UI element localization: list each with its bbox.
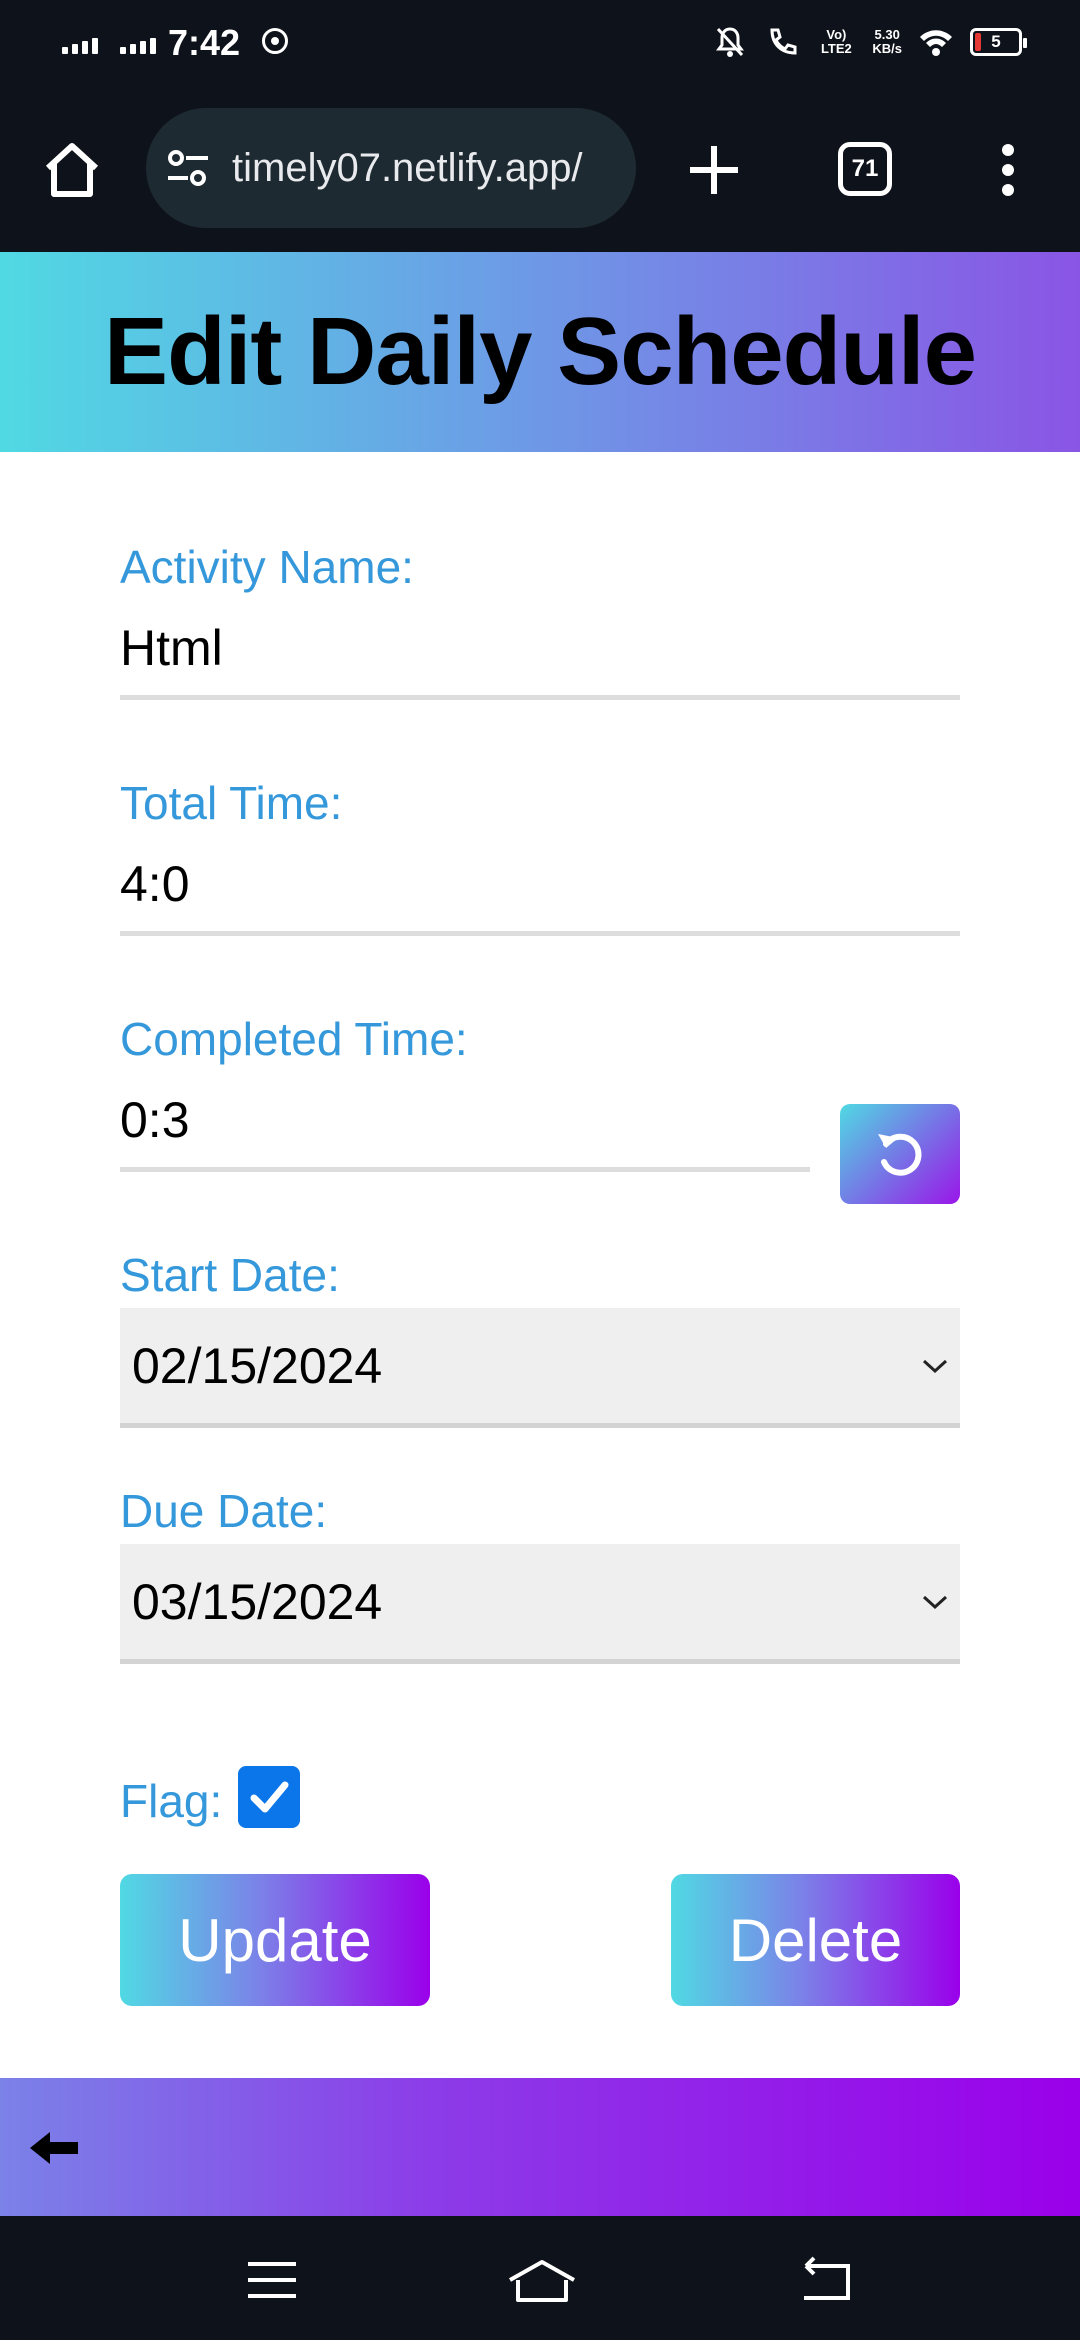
url-text: timely07.netlify.app/ [232,145,583,190]
delete-button[interactable]: Delete [671,1874,960,2006]
wifi-icon [918,24,954,60]
due-date-picker[interactable]: 03/15/2024 [120,1544,960,1664]
checkmark-icon [250,1781,289,1813]
page-footer [0,2078,1080,2216]
completed-time-label: Completed Time: [120,1013,468,1065]
start-date-value: 02/15/2024 [132,1337,383,1394]
due-date-label: Due Date: [120,1485,328,1537]
flag-checkbox[interactable] [238,1766,301,1828]
notification-icon [262,28,288,54]
new-tab-icon[interactable] [686,142,742,198]
mute-bell-icon [712,24,748,60]
battery-level: 5 [991,32,1001,51]
battery-icon: 5 [970,28,1027,56]
flag-row: Flag: [120,1766,301,1828]
recents-menu-icon[interactable] [242,2256,302,2304]
home-nav-icon[interactable] [506,2256,578,2304]
total-time-input[interactable] [120,836,960,936]
reset-icon [878,1133,922,1176]
completed-time-input[interactable] [120,1072,810,1172]
more-menu-icon[interactable] [998,142,1018,198]
signal-strength-icon-2 [120,36,156,54]
network-speed: 5.30 KB/s [872,27,902,56]
back-arrow-icon[interactable] [28,2128,80,2168]
home-icon[interactable] [40,138,104,202]
page-header: Edit Daily Schedule [0,252,1080,452]
activity-name-input[interactable] [120,600,960,700]
page-title: Edit Daily Schedule [104,298,977,405]
reset-completed-time-button[interactable] [840,1104,960,1204]
signal-strength-icon [62,36,98,54]
status-bar: 7:42 Vo) LTE2 5.30 KB/s 5 [0,0,1080,90]
tab-switcher-icon[interactable]: 71 [838,142,892,196]
chevron-down-icon [922,1595,948,1610]
start-date-picker[interactable]: 02/15/2024 [120,1308,960,1428]
status-time: 7:42 [168,22,241,63]
due-date-value: 03/15/2024 [132,1573,383,1630]
start-date-label: Start Date: [120,1249,340,1301]
total-time-label: Total Time: [120,777,343,829]
activity-name-label: Activity Name: [120,541,414,593]
wifi-calling-icon [764,24,800,60]
chevron-down-icon [922,1359,948,1374]
address-bar[interactable]: timely07.netlify.app/ [146,108,636,228]
update-button[interactable]: Update [120,1874,430,2006]
browser-toolbar: timely07.netlify.app/ 71 [0,90,1080,252]
site-settings-icon[interactable] [166,148,210,188]
back-nav-icon[interactable] [796,2256,856,2304]
flag-label: Flag: [120,1775,223,1827]
volte-indicator: Vo) LTE2 [820,27,852,56]
system-nav-bar [0,2216,1080,2340]
